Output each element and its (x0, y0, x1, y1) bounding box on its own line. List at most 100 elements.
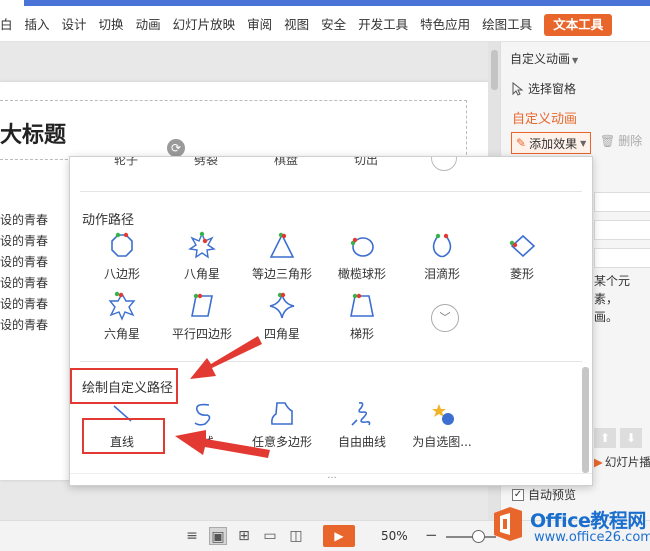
path-eight-star[interactable]: 八角星 (162, 231, 242, 285)
normal-view-icon[interactable]: ▣ (209, 527, 227, 545)
tab-animation[interactable]: 动画 (130, 14, 167, 36)
pane-hint-line: 某个元素， (594, 274, 631, 306)
presenter-icon[interactable]: ◫ (287, 527, 305, 545)
scrollbar-thumb[interactable] (491, 50, 498, 90)
entrance-effects-row: 轮子 劈裂 棋盘 切出 (70, 157, 592, 171)
path-label: 自由曲线 (337, 435, 386, 449)
tab-drawing-tools[interactable]: 绘图工具 (476, 14, 538, 36)
tab-text-tools[interactable]: 文本工具 (544, 13, 613, 36)
tab-start[interactable]: 白 (0, 14, 19, 36)
scribble-icon (351, 402, 371, 426)
path-label: 六角星 (103, 327, 140, 341)
pencil-icon: ✎ (516, 136, 527, 150)
watermark: Office教程网 www.office26.com (484, 500, 650, 551)
path-triangle[interactable]: 等边三角形 (242, 231, 322, 285)
window-top-strip (0, 0, 650, 8)
path-label: 橄榄球形 (337, 267, 386, 281)
notes-icon[interactable]: ≡ (183, 527, 201, 545)
effect-wheel[interactable]: 轮子 (114, 157, 138, 168)
curve-icon (194, 403, 211, 426)
custom-path-scribble[interactable]: 自由曲线 (322, 399, 402, 453)
rotate-handle-icon[interactable]: ⟳ (167, 139, 185, 157)
play-slideshow-button[interactable]: ▶ (323, 525, 355, 547)
path-four-star[interactable]: 四角星 (242, 291, 322, 345)
move-up-icon[interactable]: ⬆ (594, 428, 616, 448)
zoom-level[interactable]: 50% (381, 529, 408, 543)
triangle-icon (269, 232, 295, 258)
pane-field-start[interactable] (594, 192, 650, 212)
tab-security[interactable]: 安全 (315, 14, 352, 36)
title-bar-accent (24, 0, 650, 6)
slideshow-label: 幻灯片播 (604, 455, 650, 469)
path-label: 八边形 (103, 267, 140, 281)
custom-path-curve[interactable]: 曲线 (162, 399, 242, 453)
watermark-title: Office教程网 (530, 506, 646, 533)
bullet-line: 设的青春 (0, 255, 49, 269)
path-label: 为自选图... (412, 435, 472, 449)
slide-title: 大标题 (0, 123, 67, 148)
effect-split[interactable]: 劈裂 (194, 157, 218, 168)
four-star-icon (269, 292, 295, 319)
reorder-arrows: ⬆ ⬇ (594, 428, 642, 448)
path-label: 任意多边形 (251, 435, 312, 449)
bullet-list[interactable]: 设的青春 设的青春 设的青春 设的青春 设的青春 设的青春 (0, 210, 48, 336)
tab-insert[interactable]: 插入 (19, 14, 56, 36)
tab-design[interactable]: 设计 (56, 14, 93, 36)
bullet-line: 设的青春 (0, 318, 49, 332)
tab-review[interactable]: 审阅 (241, 14, 278, 36)
pane-title-text: 自定义动画 (510, 52, 571, 66)
pane-field-property[interactable] (594, 220, 650, 240)
bullet-line: 设的青春 (0, 297, 49, 311)
dropdown-resize-grip[interactable]: ··· (70, 473, 592, 485)
title-placeholder[interactable]: 大标题 (0, 100, 467, 160)
chevron-down-icon[interactable]: ﹀ (431, 304, 459, 332)
tab-transition[interactable]: 切换 (93, 14, 130, 36)
pane-field-speed[interactable] (594, 248, 650, 268)
pane-hint-line: 画。 (594, 310, 619, 324)
watermark-title-a: Office (530, 510, 591, 532)
path-teardrop[interactable]: 泪滴形 (402, 231, 482, 285)
path-football[interactable]: 橄榄球形 (322, 231, 402, 285)
effect-checkerboard[interactable]: 棋盘 (274, 157, 298, 168)
custom-path-freeform[interactable]: 任意多边形 (242, 399, 322, 453)
delete-button[interactable]: 🗑 删除 (600, 132, 642, 149)
effect-peek-out[interactable]: 切出 (354, 157, 378, 168)
path-octagon[interactable]: 八边形 (82, 231, 162, 285)
path-diamond[interactable]: 菱形 (482, 231, 562, 285)
select-pane-label: 选择窗格 (528, 82, 577, 96)
motion-path-heading: 动作路径 (82, 213, 135, 228)
custom-path-autoshape[interactable]: 为自选图... (402, 399, 482, 453)
tab-view[interactable]: 视图 (278, 14, 315, 36)
star-shape-icon (432, 404, 454, 425)
bullet-line: 设的青春 (0, 276, 49, 290)
zoom-out-button[interactable]: − (425, 526, 438, 544)
pane-heading: 自定义动画 (512, 112, 578, 127)
office-logo-icon (494, 507, 522, 541)
tab-developer[interactable]: 开发工具 (352, 14, 414, 36)
collapsed-more-icon[interactable] (431, 157, 457, 171)
select-pane-button[interactable]: 选择窗格 (510, 80, 576, 97)
path-label: 四角星 (263, 327, 300, 341)
move-down-icon[interactable]: ⬇ (620, 428, 642, 448)
pane-title[interactable]: 自定义动画 ▼ (510, 50, 578, 67)
caret-down-icon: ▼ (580, 138, 587, 148)
reading-view-icon[interactable]: ▭ (261, 527, 279, 545)
tab-features[interactable]: 特色应用 (414, 14, 476, 36)
octagon-icon (111, 232, 133, 257)
eight-star-icon (188, 231, 216, 259)
path-six-star[interactable]: 六角星 (82, 291, 162, 345)
add-effect-label: 添加效果 (529, 136, 578, 151)
bullet-line: 设的青春 (0, 234, 49, 248)
add-effect-button[interactable]: ✎ 添加效果 ▼ (511, 132, 591, 154)
slideshow-button[interactable]: ▶ 幻灯片播 (594, 454, 650, 470)
path-parallelogram[interactable]: 平行四边形 (162, 291, 242, 345)
slide-sorter-icon[interactable]: ⊞ (235, 527, 253, 545)
dropdown-scrollbar[interactable] (582, 367, 589, 473)
path-label: 平行四边形 (171, 327, 232, 341)
diamond-icon (509, 234, 536, 258)
watermark-title-b: 教程网 (590, 510, 646, 532)
tab-slideshow[interactable]: 幻灯片放映 (167, 14, 242, 36)
path-label: 等边三角形 (251, 267, 312, 281)
autopreview-checkbox[interactable]: ✓ (512, 488, 524, 501)
path-trapezoid[interactable]: 梯形 (322, 291, 402, 345)
